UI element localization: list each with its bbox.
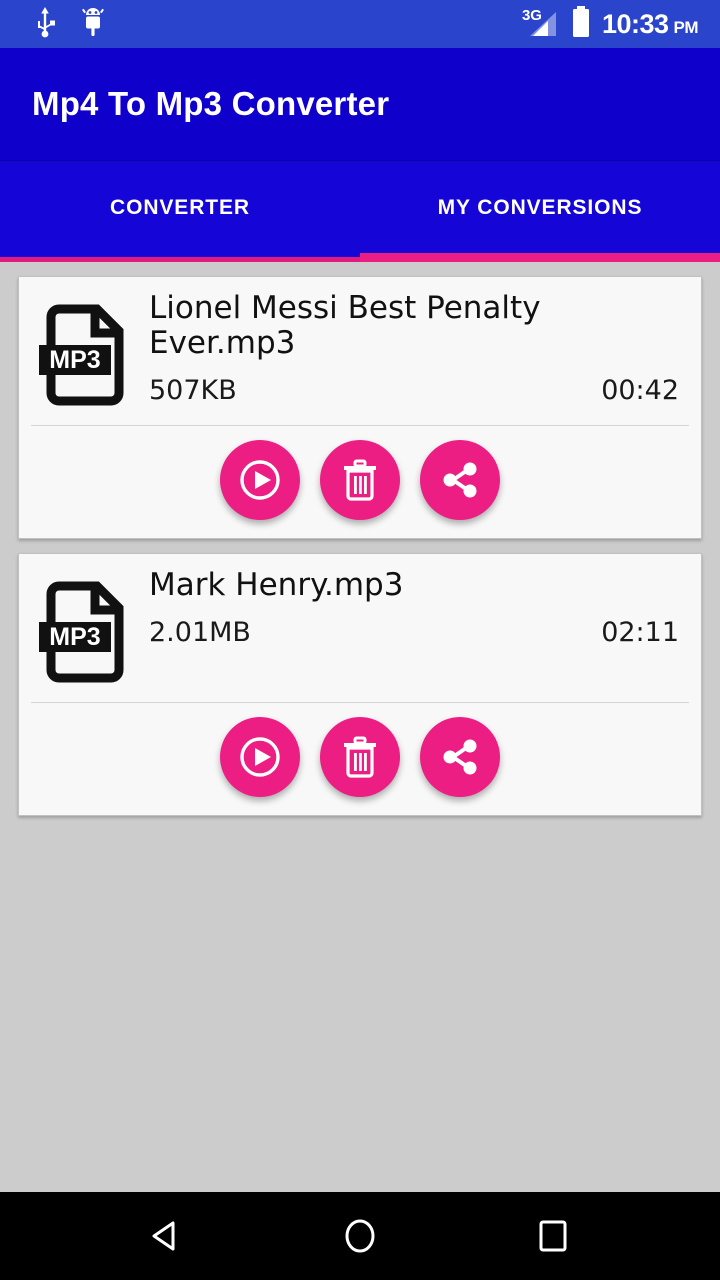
card-header: MP3 Lionel Messi Best Penalty Ever.mp3 5… — [19, 277, 701, 421]
status-bar-left-icons — [16, 6, 106, 42]
recents-square-icon — [539, 1220, 567, 1252]
card-actions — [19, 426, 701, 538]
file-duration: 02:11 — [601, 617, 679, 649]
list-item[interactable]: MP3 Mark Henry.mp3 2.01MB 02:11 — [18, 553, 702, 816]
app-bar: Mp4 To Mp3 Converter — [0, 48, 720, 160]
play-circle-icon — [240, 737, 280, 777]
home-circle-icon — [345, 1219, 375, 1253]
share-icon — [443, 462, 477, 498]
page-title: Mp4 To Mp3 Converter — [32, 85, 390, 122]
play-button[interactable] — [220, 440, 300, 520]
file-duration: 00:42 — [601, 375, 679, 407]
clock-ampm: PM — [673, 17, 699, 37]
share-button[interactable] — [420, 440, 500, 520]
mp3-file-icon: MP3 — [37, 568, 133, 692]
battery-full-icon — [570, 5, 592, 43]
conversions-list: MP3 Lionel Messi Best Penalty Ever.mp3 5… — [0, 262, 720, 1192]
list-item[interactable]: MP3 Lionel Messi Best Penalty Ever.mp3 5… — [18, 276, 702, 539]
mp3-icon-label: MP3 — [49, 346, 100, 374]
status-bar-right-icons: 3G 10:33 PM — [522, 5, 704, 43]
mp3-icon-label: MP3 — [49, 623, 100, 651]
card-info: Lionel Messi Best Penalty Ever.mp3 507KB… — [133, 290, 683, 415]
tab-bar: CONVERTER MY CONVERSIONS — [0, 160, 720, 262]
tab-converter[interactable]: CONVERTER — [0, 161, 360, 262]
tab-my-conversions[interactable]: MY CONVERSIONS — [360, 161, 720, 262]
file-name: Mark Henry.mp3 — [149, 567, 404, 603]
signal-bars-icon: 3G — [522, 7, 560, 40]
android-debug-icon — [80, 6, 106, 42]
nav-home-button[interactable] — [320, 1206, 400, 1266]
trash-icon — [344, 736, 376, 778]
back-triangle-icon — [152, 1221, 175, 1251]
nav-recents-button[interactable] — [513, 1206, 593, 1266]
card-actions — [19, 703, 701, 815]
card-header: MP3 Mark Henry.mp3 2.01MB 02:11 — [19, 554, 701, 698]
app-screen: 3G 10:33 PM Mp4 To Mp3 Converter CONVERTE… — [0, 0, 720, 1280]
mp3-file-icon: MP3 — [37, 291, 133, 415]
android-nav-bar — [0, 1192, 720, 1280]
clock-time: 10:33 — [601, 8, 669, 39]
share-button[interactable] — [420, 717, 500, 797]
file-size: 507KB — [149, 375, 237, 407]
trash-icon — [344, 459, 376, 501]
status-bar: 3G 10:33 PM — [0, 0, 720, 48]
file-name: Lionel Messi Best Penalty Ever.mp3 — [149, 290, 541, 362]
usb-icon — [32, 6, 58, 42]
file-meta-row: 507KB 00:42 — [149, 375, 683, 406]
delete-button[interactable] — [320, 717, 400, 797]
file-meta-row: 2.01MB 02:11 — [149, 617, 683, 648]
status-bar-clock: 10:33 PM — [601, 8, 699, 40]
play-circle-icon — [240, 460, 280, 500]
nav-back-button[interactable] — [127, 1206, 207, 1266]
share-icon — [443, 739, 477, 775]
file-size: 2.01MB — [149, 617, 251, 649]
play-button[interactable] — [220, 717, 300, 797]
delete-button[interactable] — [320, 440, 400, 520]
tab-selected-indicator — [360, 253, 720, 262]
card-info: Mark Henry.mp3 2.01MB 02:11 — [133, 567, 683, 692]
